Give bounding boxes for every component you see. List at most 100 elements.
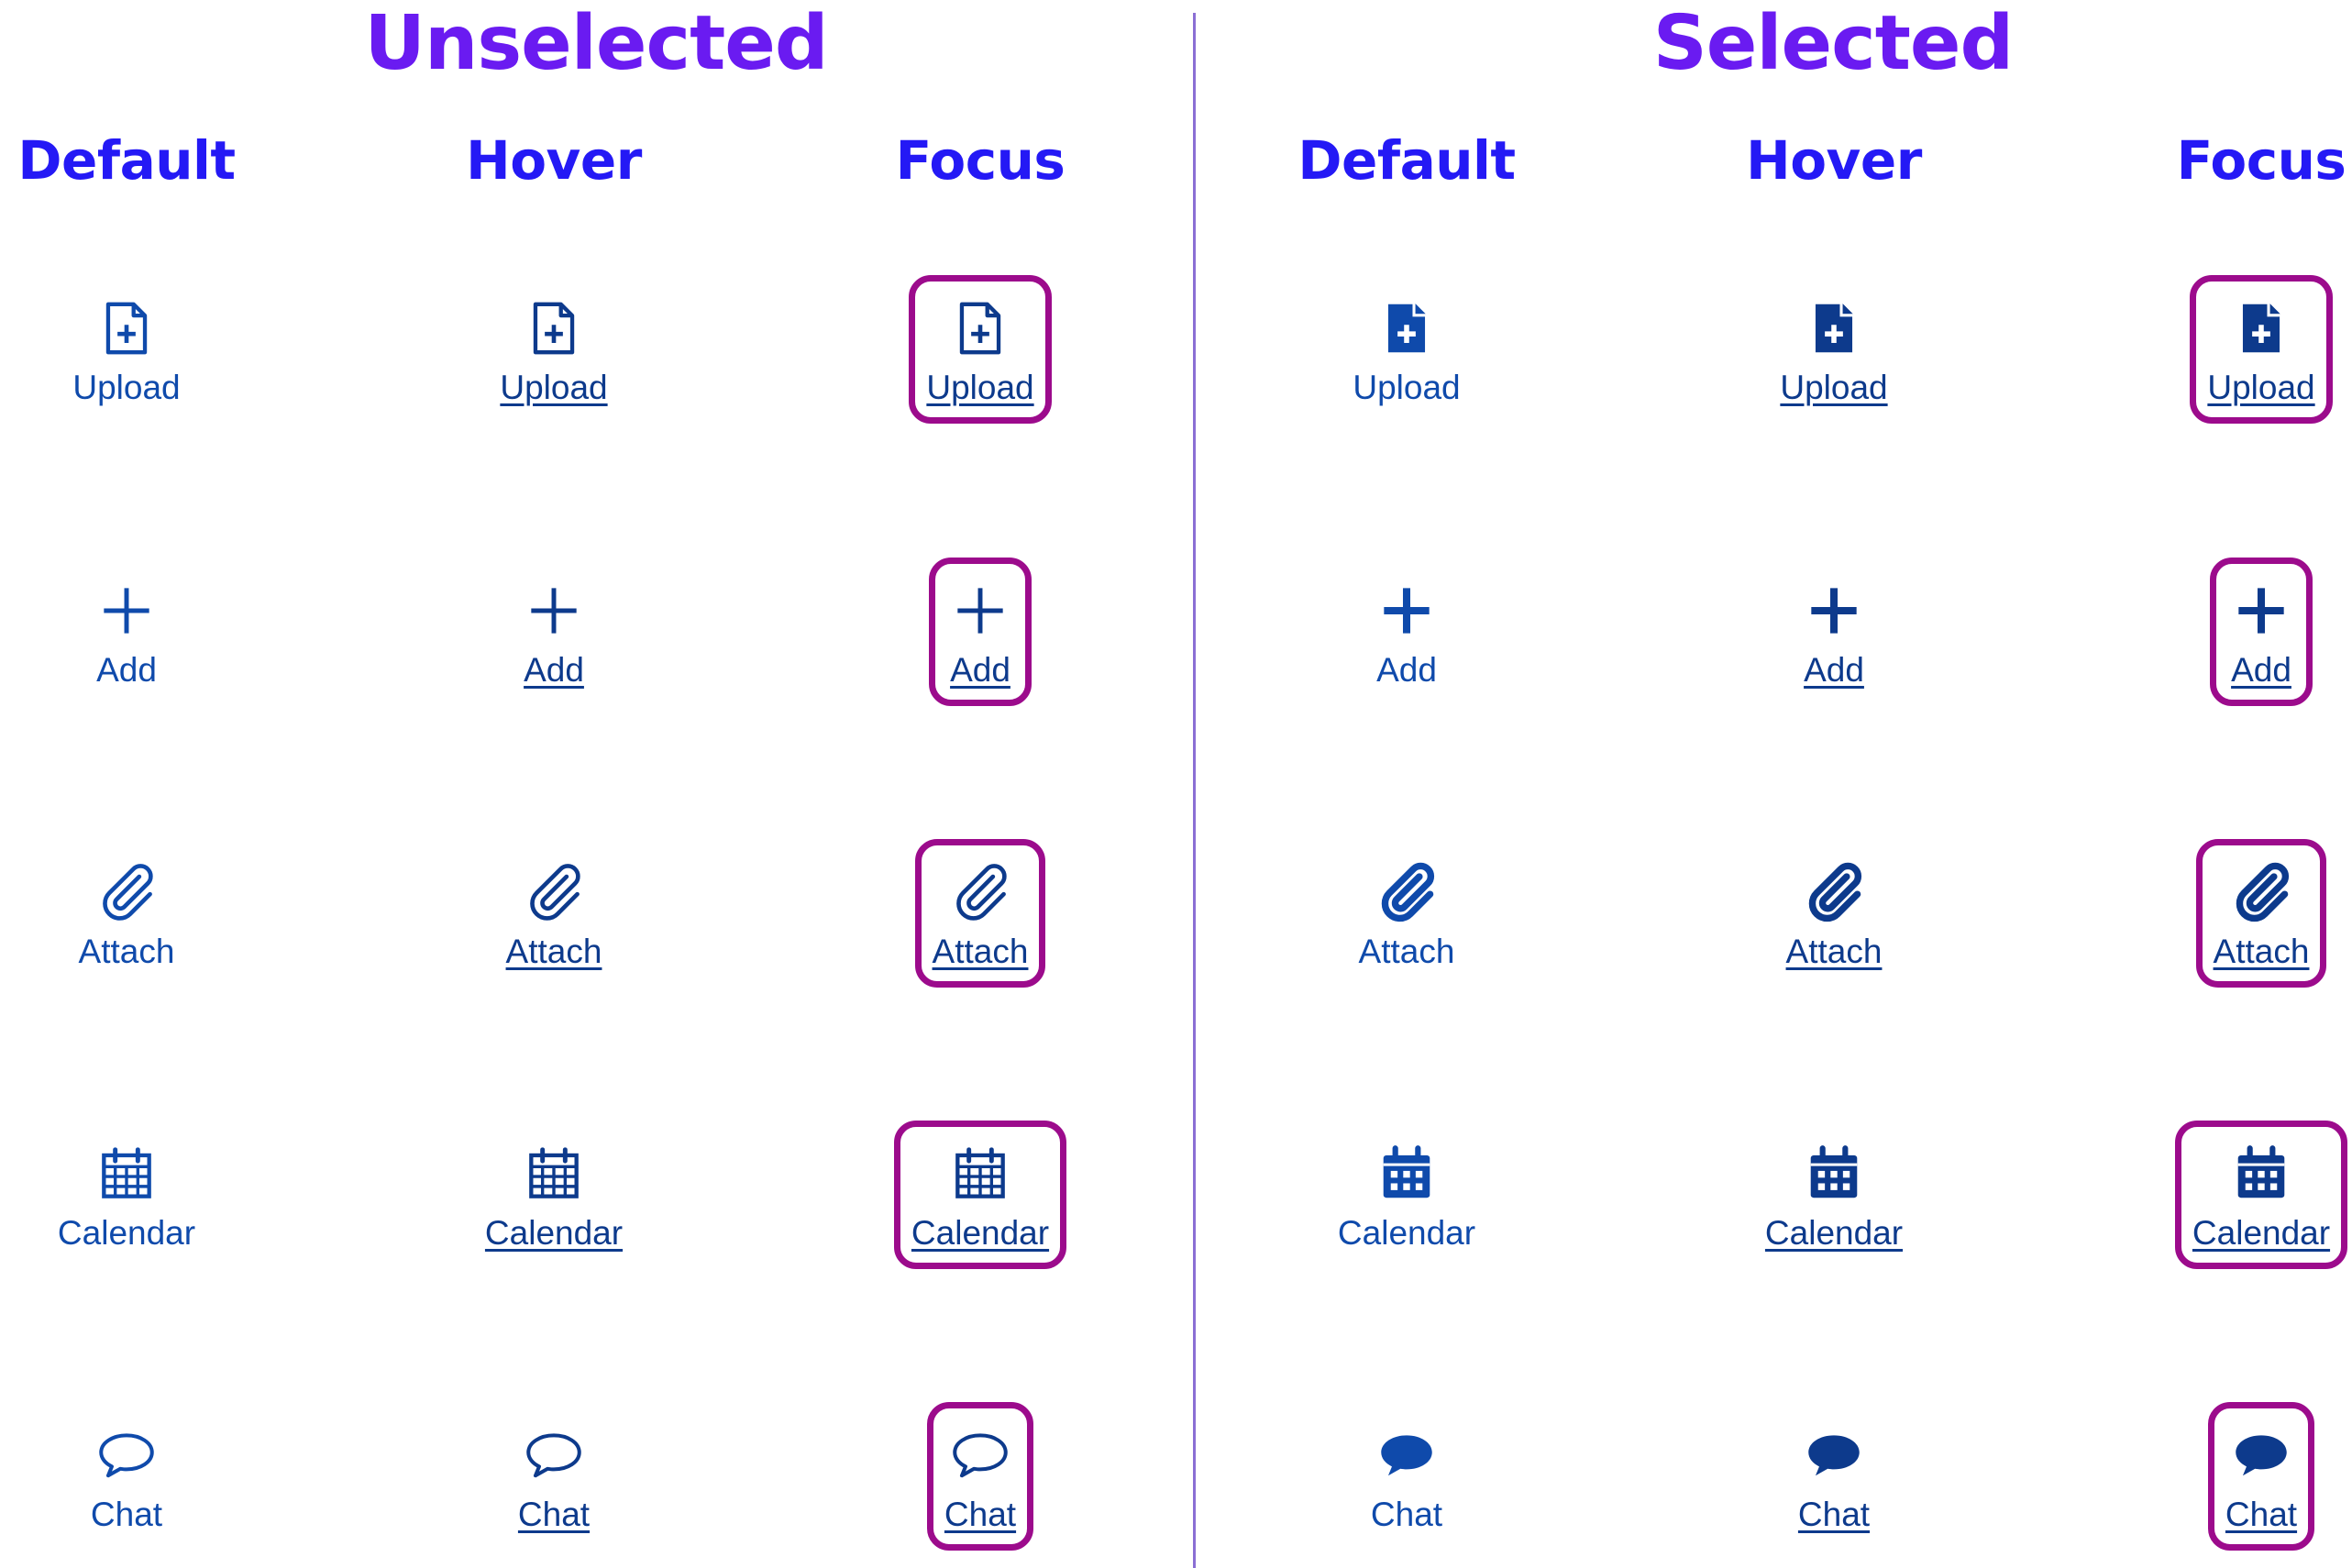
column-header-unselected-default: Default — [17, 129, 236, 192]
add-button-unselected-hover[interactable]: Add — [502, 558, 605, 706]
attach-button-unselected-default[interactable]: Attach — [61, 839, 193, 988]
attach-label: Attach — [1358, 933, 1455, 970]
chat-label: Chat — [944, 1496, 1017, 1533]
paperclip-icon — [1800, 858, 1868, 926]
cell-selected-default-attach: Attach — [1214, 839, 1599, 1004]
plus-icon — [2227, 577, 2295, 645]
cell-unselected-hover-upload: Upload — [361, 275, 746, 440]
attach-button-selected-hover[interactable]: Attach — [1769, 839, 1900, 988]
add-label: Add — [524, 651, 584, 689]
calendar-icon — [93, 1140, 160, 1208]
attach-label: Attach — [505, 933, 602, 970]
attach-label: Attach — [78, 933, 175, 970]
upload-label: Upload — [1353, 369, 1461, 406]
add-button-selected-default[interactable]: Add — [1355, 558, 1458, 706]
plus-icon — [93, 577, 160, 645]
attach-button-selected-focus[interactable]: Attach — [2195, 839, 2327, 988]
cell-selected-default-calendar: Calendar — [1214, 1121, 1599, 1286]
add-button-unselected-default[interactable]: Add — [75, 558, 178, 706]
paperclip-icon — [520, 858, 588, 926]
chat-label: Chat — [2225, 1496, 2298, 1533]
cell-unselected-focus-calendar: Calendar — [788, 1121, 1173, 1286]
plus-icon — [946, 577, 1014, 645]
chat-label: Chat — [90, 1496, 163, 1533]
cell-selected-focus-calendar: Calendar — [2069, 1121, 2352, 1286]
cell-unselected-default-attach: Attach — [0, 839, 319, 1004]
cell-selected-focus-add: Add — [2069, 558, 2352, 723]
chat-button-unselected-hover[interactable]: Chat — [501, 1402, 607, 1551]
chat-bubble-icon — [93, 1421, 160, 1489]
attach-button-unselected-focus[interactable]: Attach — [914, 839, 1046, 988]
paperclip-icon — [946, 858, 1014, 926]
upload-button-selected-focus[interactable]: Upload — [2190, 275, 2333, 424]
chat-bubble-icon — [946, 1421, 1014, 1489]
cell-selected-focus-attach: Attach — [2069, 839, 2352, 1004]
cell-unselected-hover-add: Add — [361, 558, 746, 723]
upload-label: Upload — [1780, 369, 1888, 406]
attach-label: Attach — [1785, 933, 1883, 970]
calendar-button-selected-hover[interactable]: Calendar — [1748, 1121, 1920, 1269]
cell-unselected-default-calendar: Calendar — [0, 1121, 319, 1286]
attach-label: Attach — [2213, 933, 2310, 970]
chat-button-unselected-focus[interactable]: Chat — [926, 1402, 1034, 1551]
column-header-selected-default: Default — [1297, 129, 1516, 192]
cell-unselected-hover-attach: Attach — [361, 839, 746, 1004]
section-title-unselected: Unselected — [364, 0, 828, 87]
upload-label: Upload — [72, 369, 181, 406]
upload-label: Upload — [926, 369, 1034, 406]
chat-button-selected-focus[interactable]: Chat — [2207, 1402, 2315, 1551]
chat-button-selected-hover[interactable]: Chat — [1781, 1402, 1887, 1551]
cell-selected-hover-upload: Upload — [1641, 275, 2026, 440]
cell-unselected-focus-upload: Upload — [788, 275, 1173, 440]
upload-button-unselected-default[interactable]: Upload — [55, 275, 197, 424]
calendar-label: Calendar — [484, 1214, 624, 1252]
cell-unselected-default-chat: Chat — [0, 1402, 319, 1567]
add-label: Add — [96, 651, 157, 689]
section-divider — [1193, 13, 1196, 1568]
column-header-unselected-focus: Focus — [895, 129, 1066, 192]
chat-label: Chat — [1797, 1496, 1871, 1533]
chat-bubble-icon — [2227, 1421, 2295, 1489]
cell-selected-hover-add: Add — [1641, 558, 2026, 723]
calendar-button-unselected-hover[interactable]: Calendar — [468, 1121, 640, 1269]
upload-button-unselected-focus[interactable]: Upload — [909, 275, 1052, 424]
add-button-selected-focus[interactable]: Add — [2210, 558, 2313, 706]
calendar-icon — [520, 1140, 588, 1208]
add-button-selected-hover[interactable]: Add — [1783, 558, 1885, 706]
attach-label: Attach — [932, 933, 1029, 970]
chat-button-selected-default[interactable]: Chat — [1353, 1402, 1460, 1551]
upload-button-selected-default[interactable]: Upload — [1335, 275, 1477, 424]
cell-selected-default-upload: Upload — [1214, 275, 1599, 440]
upload-button-selected-hover[interactable]: Upload — [1762, 275, 1905, 424]
paperclip-icon — [93, 858, 160, 926]
attach-button-unselected-hover[interactable]: Attach — [489, 839, 620, 988]
add-label: Add — [1804, 651, 1864, 689]
add-button-unselected-focus[interactable]: Add — [929, 558, 1032, 706]
cell-unselected-default-add: Add — [0, 558, 319, 723]
calendar-button-selected-focus[interactable]: Calendar — [2174, 1121, 2348, 1269]
chat-button-unselected-default[interactable]: Chat — [73, 1402, 180, 1551]
calendar-button-selected-default[interactable]: Calendar — [1320, 1121, 1493, 1269]
file-plus-icon — [1373, 294, 1441, 362]
cell-selected-hover-chat: Chat — [1641, 1402, 2026, 1567]
file-plus-icon — [946, 294, 1014, 362]
file-plus-icon — [93, 294, 160, 362]
calendar-icon — [1373, 1140, 1441, 1208]
cell-unselected-focus-attach: Attach — [788, 839, 1173, 1004]
file-plus-icon — [2227, 294, 2295, 362]
attach-button-selected-default[interactable]: Attach — [1342, 839, 1473, 988]
calendar-icon — [946, 1140, 1014, 1208]
paperclip-icon — [2227, 858, 2295, 926]
cell-unselected-hover-calendar: Calendar — [361, 1121, 746, 1286]
calendar-label: Calendar — [1764, 1214, 1904, 1252]
calendar-button-unselected-default[interactable]: Calendar — [40, 1121, 213, 1269]
upload-button-unselected-hover[interactable]: Upload — [482, 275, 624, 424]
chat-label: Chat — [1370, 1496, 1443, 1533]
cell-selected-focus-chat: Chat — [2069, 1402, 2352, 1567]
file-plus-icon — [1800, 294, 1868, 362]
chat-bubble-icon — [1373, 1421, 1441, 1489]
cell-unselected-hover-chat: Chat — [361, 1402, 746, 1567]
calendar-button-unselected-focus[interactable]: Calendar — [893, 1121, 1067, 1269]
section-title-selected: Selected — [1652, 0, 2015, 87]
column-header-selected-hover: Hover — [1746, 129, 1922, 192]
